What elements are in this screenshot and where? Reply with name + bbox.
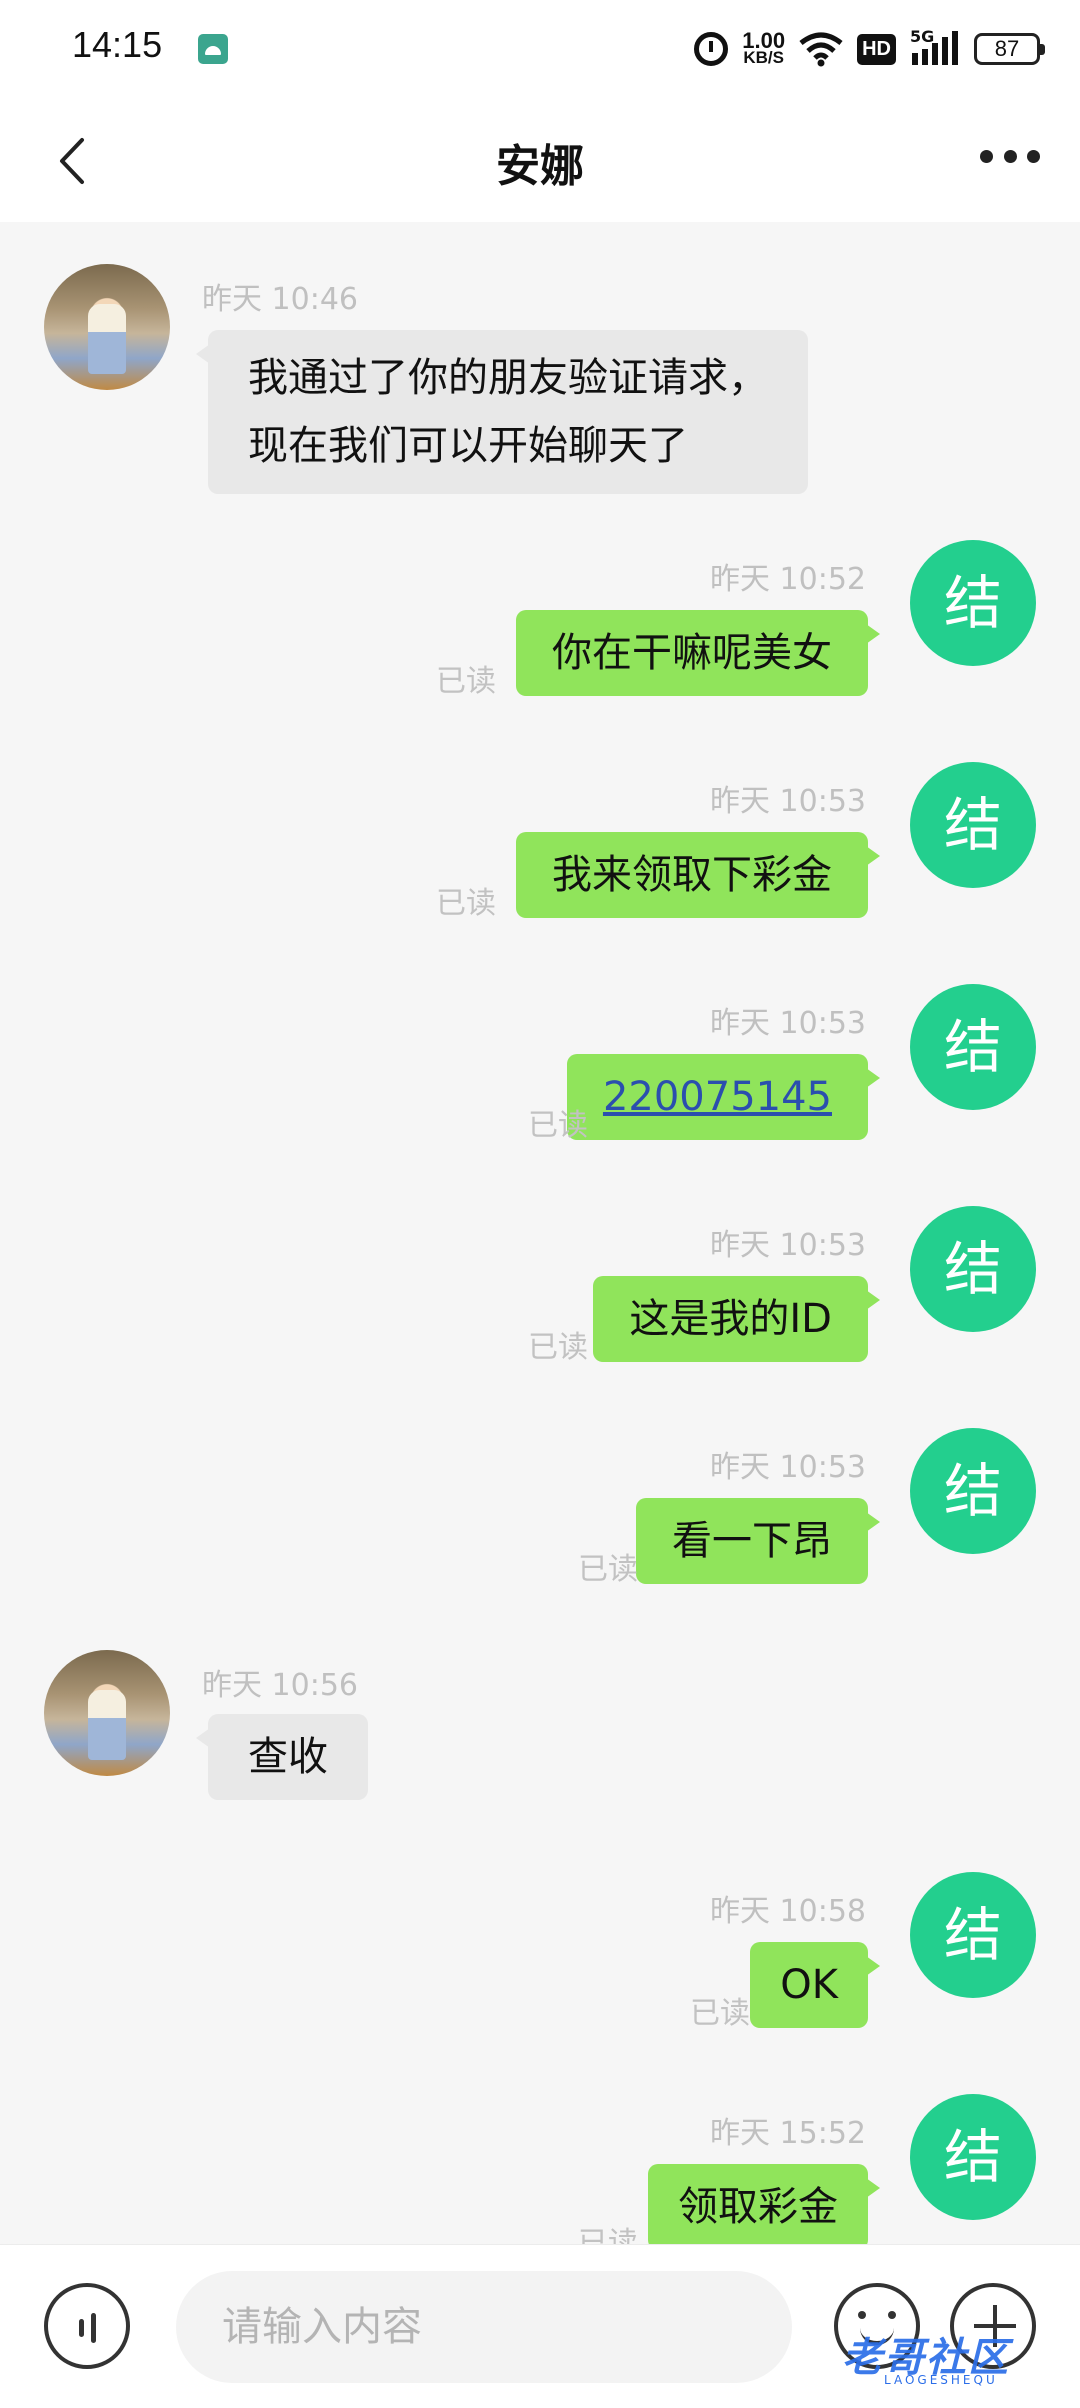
my-avatar[interactable]: 结: [910, 1428, 1036, 1554]
message-bubble[interactable]: OK: [750, 1942, 880, 2028]
status-icons: 1.00 KB/S HD 5G 87: [694, 24, 1045, 74]
message-time: 昨天 10:53: [710, 784, 866, 819]
my-avatar[interactable]: 结: [910, 2094, 1036, 2220]
message-text-line: 我通过了你的朋友验证请求，: [248, 355, 768, 401]
message-text: 查收: [248, 1734, 328, 1780]
message-bubble[interactable]: 查收: [196, 1714, 368, 1800]
chat-header: 安娜: [0, 100, 1080, 222]
message-bubble[interactable]: 看一下昂: [636, 1498, 880, 1584]
message-text: 看一下昂: [672, 1518, 832, 1564]
message-bubble[interactable]: 220075145: [566, 1054, 881, 1140]
message-time: 昨天 10:53: [710, 1450, 866, 1485]
cell-signal-icon: 5G: [910, 27, 960, 67]
voice-input-icon[interactable]: [44, 2283, 130, 2369]
message-time: 昨天 10:58: [710, 1894, 866, 1929]
read-status: 已读: [436, 886, 496, 921]
message-input[interactable]: [176, 2271, 792, 2383]
message-bubble[interactable]: 你在干嘛呢美女: [516, 610, 880, 696]
message-bubble[interactable]: 领取彩金: [648, 2164, 880, 2244]
more-options-icon[interactable]: [980, 150, 1040, 168]
network-speed-value: 1.00: [742, 28, 786, 53]
message-input-bar: 老哥社区 LAOGESHEQU: [0, 2244, 1080, 2408]
message-time: 昨天 10:46: [202, 282, 358, 317]
status-time: 14:15: [72, 24, 163, 65]
message-time: 昨天 10:56: [202, 1668, 358, 1703]
hd-badge: HD: [857, 33, 896, 65]
android-notification-icon: [198, 34, 228, 64]
my-avatar[interactable]: 结: [910, 540, 1036, 666]
message-time: 昨天 10:52: [710, 562, 866, 597]
alarm-icon: [694, 32, 729, 66]
message-bubble[interactable]: 我通过了你的朋友验证请求， 现在我们可以开始聊天了: [196, 330, 808, 494]
message-text: OK: [780, 1962, 838, 2008]
read-status: 已读: [528, 1108, 588, 1143]
read-status: 已读: [690, 1996, 750, 2031]
message-bubble[interactable]: 这是我的ID: [593, 1276, 880, 1362]
signal-label: 5G: [910, 27, 935, 46]
read-status: 已读: [578, 2226, 638, 2244]
my-avatar[interactable]: 结: [910, 1872, 1036, 1998]
read-status: 已读: [528, 1330, 588, 1365]
message-bubble[interactable]: 我来领取下彩金: [516, 832, 880, 918]
message-text: 领取彩金: [678, 2184, 838, 2230]
message-text-line: 现在我们可以开始聊天了: [248, 423, 688, 469]
wifi-icon: [799, 32, 843, 67]
chat-title: 安娜: [496, 141, 584, 192]
message-time: 昨天 10:53: [710, 1228, 866, 1263]
my-avatar[interactable]: 结: [910, 984, 1036, 1110]
read-status: 已读: [436, 664, 496, 699]
watermark-subtext: LAOGESHEQU: [884, 2373, 998, 2387]
network-speed: 1.00 KB/S: [742, 28, 786, 67]
status-bar: 14:15 1.00 KB/S HD 5G 87: [0, 0, 1080, 100]
message-text: 我来领取下彩金: [552, 852, 832, 898]
message-time: 昨天 15:52: [710, 2116, 866, 2151]
chat-message-list[interactable]: 昨天 10:46 我通过了你的朋友验证请求， 现在我们可以开始聊天了 结 昨天 …: [0, 222, 1080, 2244]
contact-avatar[interactable]: [44, 264, 170, 390]
message-time: 昨天 10:53: [710, 1006, 866, 1041]
read-status: 已读: [578, 1552, 638, 1587]
message-text: 你在干嘛呢美女: [552, 630, 832, 676]
battery-icon: 87: [974, 33, 1045, 65]
contact-avatar[interactable]: [44, 1650, 170, 1776]
my-avatar[interactable]: 结: [910, 1206, 1036, 1332]
my-avatar[interactable]: 结: [910, 762, 1036, 888]
network-speed-unit: KB/S: [743, 48, 784, 67]
id-link[interactable]: 220075145: [603, 1074, 832, 1120]
message-text: 这是我的ID: [629, 1296, 832, 1342]
